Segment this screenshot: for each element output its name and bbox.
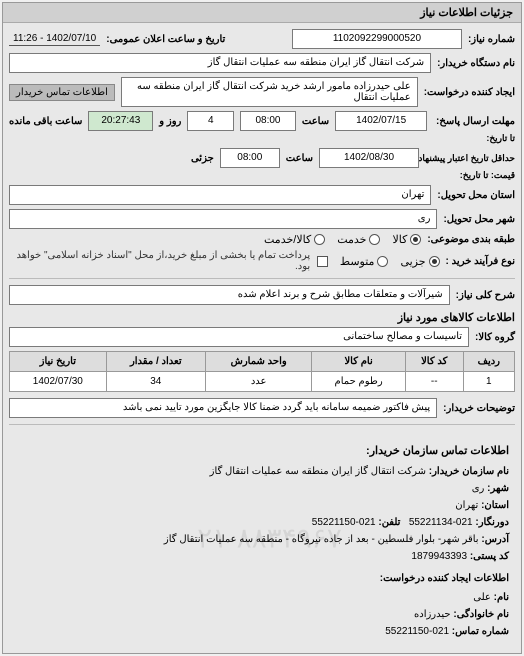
radio-kala[interactable] bbox=[410, 234, 421, 245]
c-name-label: نام: bbox=[494, 592, 509, 603]
days-remaining: 4 bbox=[187, 111, 234, 131]
c-org-label: نام سازمان خریدار: bbox=[429, 466, 509, 477]
hour-label-1: ساعت bbox=[302, 116, 329, 127]
c-address-label: آدرس: bbox=[481, 534, 509, 545]
need-title-label: شرح کلی نیاز: bbox=[456, 290, 515, 301]
validity-date: 1402/08/30 bbox=[319, 148, 419, 168]
radio-khadamat[interactable] bbox=[369, 234, 380, 245]
contact-block: اطلاعات تماس سازمان خریدار: نام سازمان خ… bbox=[9, 431, 515, 647]
td-unit: عدد bbox=[205, 372, 311, 392]
group-label: گروه کالا: bbox=[475, 332, 515, 343]
c-rphone: 021-55221150 bbox=[385, 626, 449, 637]
th-row: ردیف bbox=[463, 352, 514, 372]
th-name: نام کالا bbox=[312, 352, 405, 372]
th-qty: تعداد / مقدار bbox=[106, 352, 205, 372]
radio-motevaset[interactable] bbox=[377, 256, 388, 267]
city-label: شهر محل تحویل: bbox=[443, 214, 515, 225]
c-province-label: استان: bbox=[481, 500, 509, 511]
purchase-options: جزیی متوسط پرداخت تمام یا بخشی از مبلغ خ… bbox=[9, 250, 440, 272]
td-code: -- bbox=[405, 372, 463, 392]
c-family: حیدرزاده bbox=[414, 609, 451, 620]
hour-label-2: ساعت bbox=[286, 153, 313, 164]
goods-table: ردیف کد کالا نام کالا واحد شمارش تعداد /… bbox=[9, 351, 515, 392]
th-unit: واحد شمارش bbox=[205, 352, 311, 372]
city-value: ری bbox=[9, 209, 437, 229]
validity-hour: 08:00 bbox=[220, 148, 280, 168]
deadline-label: مهلت ارسال پاسخ: bbox=[433, 116, 515, 127]
buyer-org-value: شرکت انتقال گاز ایران منطقه سه عملیات ان… bbox=[9, 53, 431, 73]
deadline-date: 1402/07/15 bbox=[335, 111, 427, 131]
contact-info-button[interactable]: اطلاعات تماس خریدار bbox=[9, 84, 115, 101]
th-date: تاریخ نیاز bbox=[10, 352, 107, 372]
announce-value: 1402/07/10 - 11:26 bbox=[9, 33, 100, 46]
need-no-label: شماره نیاز: bbox=[468, 34, 515, 45]
th-code: کد کالا bbox=[405, 352, 463, 372]
td-row: 1 bbox=[463, 372, 514, 392]
requester-section-title: اطلاعات ایجاد کننده درخواست: bbox=[15, 571, 509, 587]
group-value: تاسیسات و مصالح ساختمانی bbox=[9, 327, 469, 347]
c-name: علی bbox=[473, 592, 491, 603]
opt-jozee: جزیی bbox=[400, 255, 425, 268]
requester-label: ایجاد کننده درخواست: bbox=[424, 87, 515, 98]
td-name: رطوم حمام bbox=[312, 372, 405, 392]
time-remaining: 20:27:43 bbox=[88, 111, 153, 131]
c-fax-label: دورنگار: bbox=[475, 517, 509, 528]
need-no-value: 1102092299000520 bbox=[292, 29, 462, 49]
c-city-label: شهر: bbox=[487, 483, 509, 494]
c-rphone-label: شماره تماس: bbox=[452, 626, 509, 637]
opt-motevaset: متوسط bbox=[340, 255, 375, 268]
table-row: 1 -- رطوم حمام عدد 34 1402/07/30 bbox=[10, 372, 515, 392]
deadline-hour: 08:00 bbox=[240, 111, 296, 131]
goods-section-title: اطلاعات کالاهای مورد نیاز bbox=[9, 311, 515, 324]
panel-title: جزئیات اطلاعات نیاز bbox=[3, 3, 521, 23]
requester-value: علی حیدرزاده مامور ارشد خرید شرکت انتقال… bbox=[121, 77, 418, 107]
checkbox-treasury[interactable] bbox=[317, 256, 328, 267]
remain-label: ساعت باقی مانده bbox=[9, 116, 82, 127]
purchase-label: نوع فرآیند خرید : bbox=[446, 256, 515, 267]
province-value: تهران bbox=[9, 185, 431, 205]
c-phone: 021-55221150 bbox=[312, 517, 376, 528]
c-address: باقر شهر- بلوار فلسطین - بعد از جاده نیر… bbox=[164, 534, 479, 545]
contact-section-title: اطلاعات تماس سازمان خریدار: bbox=[15, 443, 509, 461]
purchase-note: پرداخت تمام یا بخشی از مبلغ خرید،از محل … bbox=[9, 250, 310, 272]
td-qty: 34 bbox=[106, 372, 205, 392]
td-date: 1402/07/30 bbox=[10, 372, 107, 392]
part-label: جزئی bbox=[191, 153, 214, 164]
class-options: کالا خدمت کالا/خدمت bbox=[264, 233, 421, 246]
validity-to-label: قیمت: تا تاریخ: bbox=[425, 170, 515, 181]
buyer-notes-label: توضیحات خریدار: bbox=[443, 403, 515, 414]
buyer-notes-value: پیش فاکتور ضمیمه سامانه باید گردد ضمنا ک… bbox=[9, 398, 437, 418]
announce-label: تاریخ و ساعت اعلان عمومی: bbox=[106, 34, 225, 45]
c-fax: 021-55221134 bbox=[409, 517, 473, 528]
province-label: استان محل تحویل: bbox=[437, 190, 515, 201]
radio-jozee[interactable] bbox=[429, 256, 440, 267]
opt-kala: کالا bbox=[392, 233, 407, 246]
c-postal: 1879943393 bbox=[411, 551, 467, 562]
c-family-label: نام خانوادگی: bbox=[453, 609, 509, 620]
opt-khadamat: خدمت bbox=[337, 233, 366, 246]
radio-kala-khadamat[interactable] bbox=[314, 234, 325, 245]
validity-label: حداقل تاریخ اعتبار پیشنهاد: bbox=[425, 153, 515, 164]
need-title-value: شیرآلات و متعلقات مطابق شرح و برند اعلام… bbox=[9, 285, 450, 305]
c-org: شرکت انتقال گاز ایران منطقه سه عملیات ان… bbox=[210, 466, 426, 477]
buyer-org-label: نام دستگاه خریدار: bbox=[437, 58, 515, 69]
c-province: تهران bbox=[455, 500, 478, 511]
days-label: روز و bbox=[159, 116, 181, 127]
deadline-to-label: تا تاریخ: bbox=[425, 133, 515, 144]
opt-kala-khadamat: کالا/خدمت bbox=[264, 233, 311, 246]
class-label: طبقه بندی موضوعی: bbox=[427, 234, 515, 245]
c-city: ری bbox=[472, 483, 485, 494]
c-postal-label: کد پستی: bbox=[470, 551, 509, 562]
c-phone-label: تلفن: bbox=[378, 517, 400, 528]
